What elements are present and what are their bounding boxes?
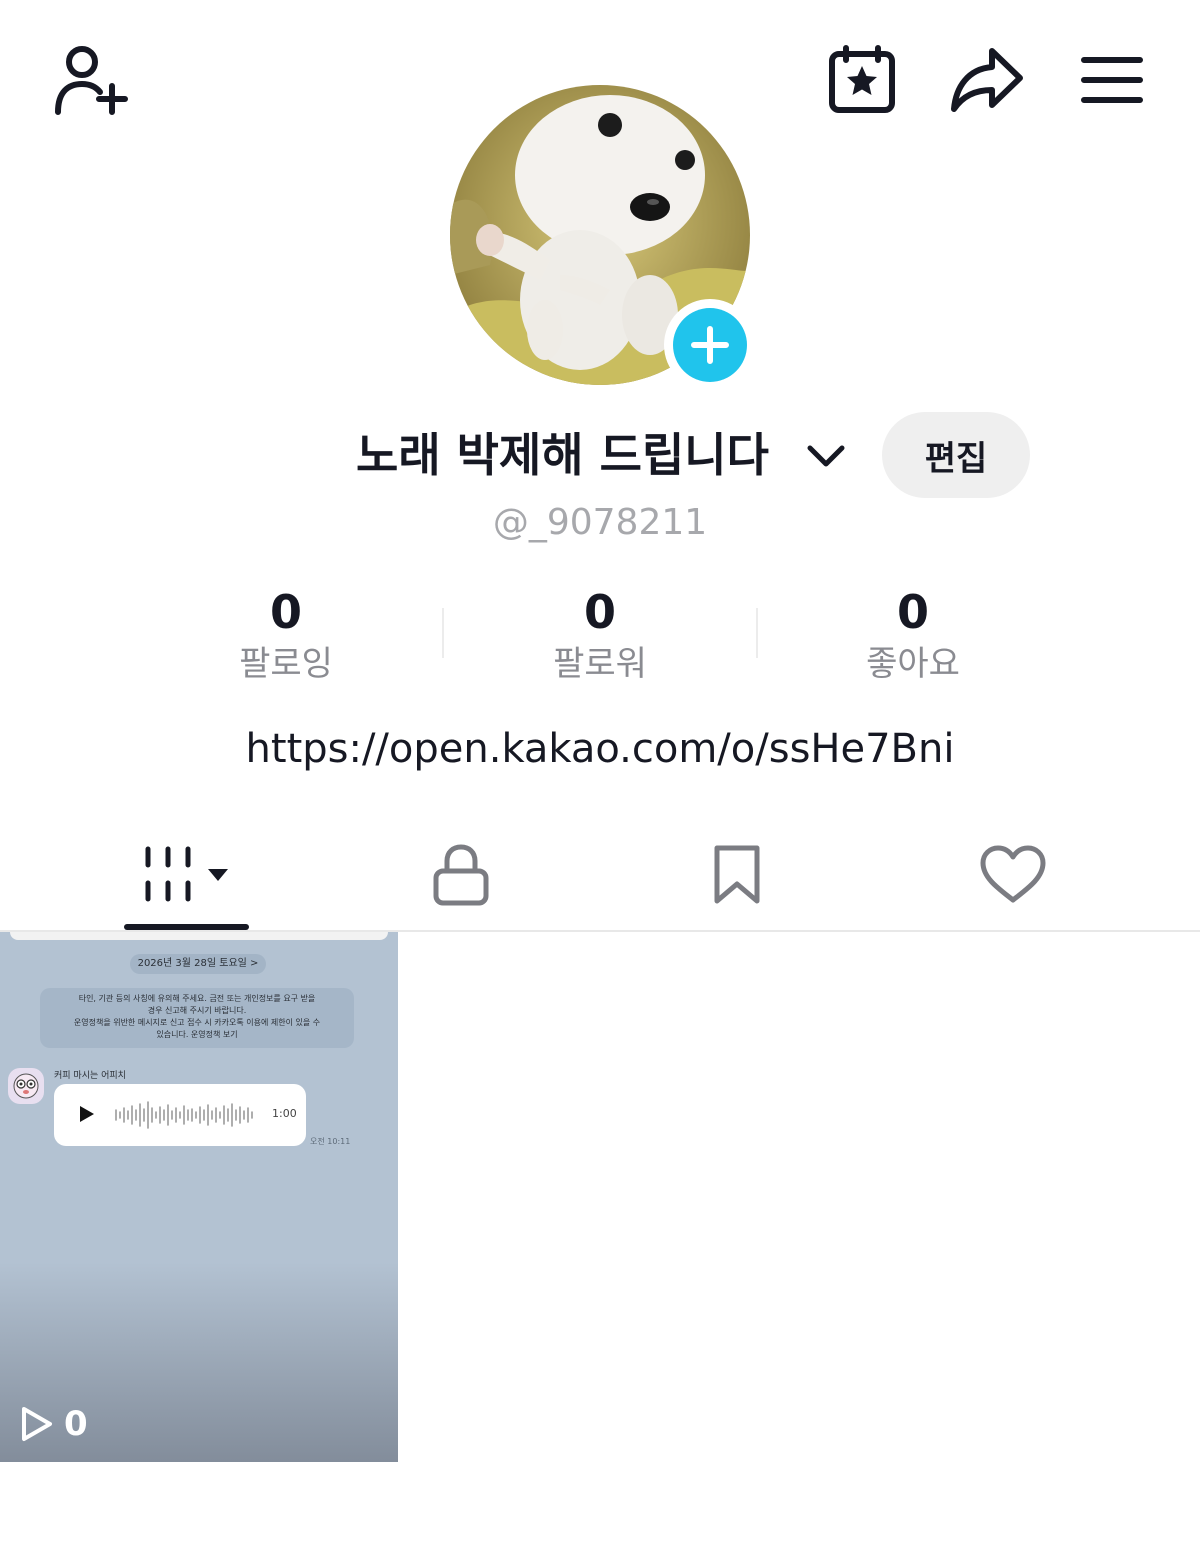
- message-time: 오전 10:11: [310, 1137, 351, 1146]
- calendar-star-icon: [829, 45, 895, 113]
- likes-label: 좋아요: [866, 644, 960, 684]
- following-label: 팔로잉: [239, 644, 333, 684]
- grid-bars-icon: [145, 846, 228, 902]
- hamburger-menu-icon: [1081, 57, 1143, 103]
- character-face-icon: [13, 1073, 39, 1099]
- stat-divider: [442, 608, 444, 658]
- chat-date: 2026년 3월 28일 토요일 >: [130, 954, 266, 974]
- chat-avatar: [8, 1068, 44, 1104]
- play-icon: [80, 1106, 94, 1122]
- chat-sender: 커피 마시는 어피치: [54, 1071, 126, 1081]
- stat-divider: [756, 608, 758, 658]
- followers-count: 0: [583, 585, 616, 639]
- following-stat[interactable]: 0 팔로잉: [166, 582, 406, 686]
- chevron-down-icon[interactable]: [806, 438, 846, 474]
- tab-private[interactable]: [398, 820, 523, 930]
- edit-profile-button[interactable]: 편집: [882, 412, 1030, 498]
- followers-label: 팔로워: [553, 644, 647, 684]
- notice-line: 타인, 기관 등의 사칭에 유의해 주세요. 금전 또는 개인정보를 요구 받을: [78, 994, 316, 1003]
- menu-button[interactable]: [1068, 36, 1156, 124]
- voice-message: 1:00: [54, 1084, 306, 1146]
- profile-name-row: 노래 박제해 드립니다 편집: [0, 412, 1200, 500]
- notice-line: 있습니다. 운영정책 보기: [156, 1030, 238, 1039]
- likes-count: 0: [896, 585, 929, 639]
- chat-notice: 타인, 기관 등의 사칭에 유의해 주세요. 금전 또는 개인정보를 요구 받을…: [40, 988, 354, 1048]
- following-count: 0: [269, 585, 302, 639]
- followers-stat[interactable]: 0 팔로워: [480, 582, 720, 686]
- display-name[interactable]: 노래 박제해 드립니다: [356, 420, 806, 490]
- add-friend-button[interactable]: [44, 36, 132, 124]
- play-outline-icon: [22, 1407, 52, 1441]
- view-count-value: 0: [64, 1404, 88, 1444]
- notice-line: 운영정책을 위반한 메시지로 신고 접수 시 카카오톡 이용에 제한이 있을 수: [73, 1018, 321, 1027]
- plus-icon: [691, 326, 729, 364]
- share-button[interactable]: [942, 36, 1030, 124]
- profile-stats: 0 팔로잉 0 팔로워 0 좋아요: [130, 582, 1070, 692]
- view-count: 0: [20, 1404, 88, 1444]
- heart-icon: [980, 845, 1045, 903]
- tab-liked[interactable]: [950, 820, 1075, 930]
- profile-tabs: [0, 820, 1200, 932]
- video-thumbnail[interactable]: 2026년 3월 28일 토요일 > 타인, 기관 등의 사칭에 유의해 주세요…: [0, 932, 398, 1462]
- calendar-button[interactable]: [818, 36, 906, 124]
- username: @_9078211: [492, 502, 708, 543]
- waveform-icon: [115, 1101, 253, 1129]
- likes-stat[interactable]: 0 좋아요: [793, 582, 1033, 686]
- voice-duration: 1:00: [272, 1107, 297, 1120]
- profile-avatar-area: [450, 85, 756, 391]
- bio-link[interactable]: https://open.kakao.com/o/ssHe7Bni: [0, 722, 1200, 776]
- add-avatar-button[interactable]: [664, 299, 756, 391]
- tab-videos[interactable]: [124, 820, 249, 930]
- tab-saved[interactable]: [674, 820, 799, 930]
- add-avatar-circle: [673, 308, 747, 382]
- lock-icon: [433, 844, 488, 906]
- thumbnail-top-bar: [10, 932, 388, 940]
- bookmark-icon: [714, 845, 759, 904]
- share-arrow-icon: [951, 48, 1023, 112]
- notice-line: 경우 신고해 주시기 바랍니다.: [147, 1006, 247, 1015]
- active-tab-indicator: [124, 924, 249, 930]
- person-plus-icon: [55, 46, 128, 115]
